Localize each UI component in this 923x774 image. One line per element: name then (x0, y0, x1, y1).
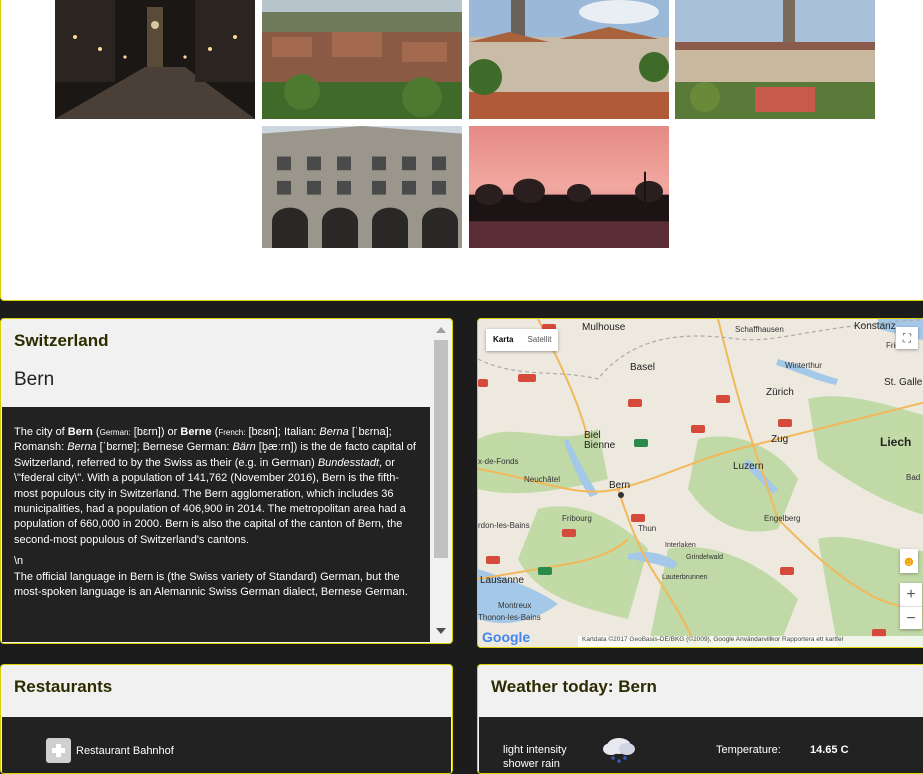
map-label: Neuchâtel (524, 475, 561, 484)
restaurants-list: Restaurant Bahnhof (2, 717, 451, 773)
map-panel[interactable]: Karta Satellit Mulhouse Schaffhausen Kon… (477, 318, 923, 648)
map-label: Lauterbrunnen (662, 574, 708, 581)
map-label: Engelberg (764, 514, 801, 523)
scroll-down-icon[interactable] (436, 628, 446, 634)
map-label: Schaffhausen (735, 325, 784, 334)
restaurants-panel: Restaurants Restaurant Bahnhof (0, 664, 453, 774)
map-type-tabs: Karta Satellit (486, 329, 559, 351)
gallery-image[interactable] (675, 0, 875, 119)
shower-rain-icon (601, 736, 637, 769)
gallery-image[interactable] (262, 0, 462, 119)
weather-condition: light intensity shower rain (503, 744, 567, 770)
gallery-image[interactable] (55, 0, 255, 119)
map-label: rdon-les-Bains (478, 521, 530, 530)
map-label: Biel Bienne (584, 430, 616, 451)
temperature-value: 14.65 C (810, 744, 849, 756)
restaurant-name[interactable]: Restaurant Bahnhof (76, 745, 174, 757)
map-label: Fribourg (562, 514, 592, 523)
map-label: Mulhouse (582, 322, 626, 333)
map-label: Grindelwald (686, 554, 723, 561)
photo-gallery (0, 0, 923, 301)
description-paragraph: The official language in Bern is (the Sw… (14, 570, 408, 599)
weather-panel: Weather today: Bern light intensity show… (477, 664, 923, 774)
zoom-in-button[interactable]: + (900, 583, 922, 606)
map-label: Bad (906, 473, 921, 482)
list-item[interactable]: Restaurant Bahnhof (46, 738, 174, 763)
gallery-image[interactable] (262, 126, 462, 248)
scroll-thumb[interactable] (434, 340, 448, 558)
map-label: Zug (771, 434, 789, 445)
tab-map[interactable]: Karta (486, 329, 520, 351)
map-label: Thun (638, 524, 657, 533)
map-label: Luzern (733, 461, 764, 472)
description-scrollbar[interactable] (431, 320, 451, 641)
map-label: St. Galle (884, 377, 923, 388)
fullscreen-icon[interactable]: ⛶ (896, 327, 918, 349)
weather-title: Weather today: Bern (491, 677, 657, 696)
description-escape: \n (14, 555, 24, 568)
gallery-image[interactable] (469, 0, 669, 119)
map-label: Bern (609, 480, 631, 491)
map-label: Winterthur (785, 361, 822, 370)
temperature-label: Temperature: (716, 744, 781, 756)
map-label: Konstanz (854, 321, 896, 332)
country-title: Switzerland (14, 331, 109, 350)
map-label: Liech (880, 435, 912, 449)
city-description: The city of Bern (German: [bɛrn]) or Ber… (2, 407, 430, 642)
gallery-image[interactable] (469, 126, 669, 248)
restaurant-icon (46, 738, 71, 763)
street-view-pegman-icon[interactable]: ☻ (900, 549, 918, 573)
map-label: Interlaken (665, 542, 696, 549)
map-label: x-de-Fonds (478, 457, 519, 466)
scroll-up-icon[interactable] (436, 327, 446, 333)
map-label: Thonon-les-Bains (478, 613, 541, 622)
city-info-panel: Switzerland Bern The city of Bern (Germa… (0, 318, 453, 644)
zoom-controls: + − (900, 583, 922, 629)
weather-body: light intensity shower rain Temperature:… (479, 717, 923, 773)
description-paragraph: The city of Bern (German: [bɛrn]) or Ber… (14, 426, 416, 546)
map-label: Montreux (498, 601, 532, 610)
map-attribution[interactable]: Kartdata ©2017 GeoBasis-DE/BKG (©2009), … (578, 636, 923, 647)
restaurants-title: Restaurants (14, 677, 113, 696)
city-title: Bern (14, 369, 55, 390)
map-label: Zürich (766, 387, 794, 398)
map-label: Basel (630, 362, 656, 373)
google-logo[interactable]: Google (482, 629, 530, 645)
zoom-out-button[interactable]: − (900, 606, 922, 630)
tab-satellite[interactable]: Satellit (520, 329, 558, 351)
map-label: Lausanne (480, 575, 524, 586)
